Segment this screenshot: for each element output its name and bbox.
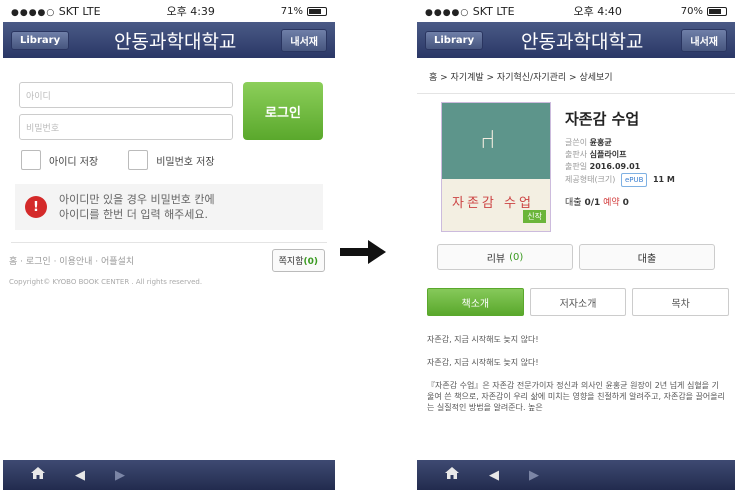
bottom-toolbar: ◀ ▶ (3, 460, 335, 490)
home-icon[interactable] (445, 467, 459, 483)
cover-top (442, 103, 550, 181)
size-value: 11 M (652, 175, 675, 184)
book-title: 자존감 수업 (565, 110, 640, 128)
login-screen: ●●●●○ SKT LTE 오후 4:39 71% Library 안동과학대학… (3, 0, 335, 490)
publisher-value: 심플라이프 (589, 150, 627, 159)
carrier-info: ●●●●○ SKT LTE (11, 5, 101, 18)
carrier-label: SKT LTE (472, 4, 515, 18)
book-detail-screen: ●●●●○ SKT LTE 오후 4:40 70% Library 안동과학대학… (417, 0, 735, 490)
login-notice: ! 아이디만 있을 경우 비밀번호 칸에 아이디를 한번 더 입력 해주세요. (15, 184, 323, 230)
description-paragraph: 자존감, 지금 시작해도 늦지 않다! (427, 358, 539, 367)
forward-icon[interactable]: ▶ (529, 468, 539, 483)
status-right: 70% (681, 6, 727, 17)
save-id-checkbox[interactable] (21, 150, 41, 170)
chair-icon: ⑁ (480, 125, 496, 155)
footer-links[interactable]: 홈 · 로그인 · 이용안내 · 어플설치 (9, 254, 134, 267)
app-navbar: Library 안동과학대학교 내서재 (417, 22, 735, 58)
description-paragraph: 『자존감 수업』은 자존감 전문가이자 정신과 의사인 윤홍균 원장이 2년 넘… (427, 381, 726, 412)
book-format-row: 제공형태(크기) ePUB 11 M (565, 173, 727, 187)
forward-icon[interactable]: ▶ (115, 468, 125, 483)
my-shelf-button[interactable]: 내서재 (681, 28, 727, 52)
signal-strength: ●●●●○ (425, 7, 470, 18)
password-input[interactable]: 비밀번호 (19, 114, 233, 140)
loan-label: 대출 (565, 198, 582, 208)
book-summary: ⑁ 자존감 수업 신작 자존감 수업 글쓴이 윤홍균 출판사 심플라이프 출판일… (417, 94, 735, 232)
battery-percent: 70% (680, 5, 703, 17)
date-value: 2016.09.01 (589, 162, 641, 171)
notice-line-1: 아이디만 있을 경우 비밀번호 칸에 (59, 193, 215, 206)
tab-contents[interactable]: 목차 (632, 288, 730, 316)
messages-label: 쪽지함 (278, 257, 304, 267)
description-paragraph: 자존감, 지금 시작해도 늦지 않다! (427, 335, 539, 344)
status-bar: ●●●●○ SKT LTE 오후 4:40 70% (417, 0, 735, 22)
my-shelf-button[interactable]: 내서재 (281, 28, 327, 52)
save-password-checkbox[interactable] (128, 150, 149, 170)
notice-text: 아이디만 있을 경우 비밀번호 칸에 아이디를 한번 더 입력 해주세요. (59, 192, 215, 222)
status-right: 71% (281, 6, 327, 17)
status-bar: ●●●●○ SKT LTE 오후 4:39 71% (3, 0, 335, 22)
save-id-option[interactable]: 아이디 저장 (21, 150, 98, 170)
messages-count: (0) (303, 257, 319, 267)
library-button[interactable]: Library (425, 30, 484, 50)
save-password-option[interactable]: 비밀번호 저장 (128, 150, 215, 170)
borrow-button[interactable]: 대출 (579, 244, 715, 270)
reserve-value: 0 (622, 198, 629, 208)
review-button[interactable]: 리뷰 (0) (437, 244, 573, 270)
book-cover[interactable]: ⑁ 자존감 수업 신작 (441, 102, 551, 232)
book-author-row: 글쓴이 윤홍균 (565, 137, 727, 149)
new-badge: 신작 (523, 210, 546, 223)
notice-line-2: 아이디를 한번 더 입력 해주세요. (59, 208, 209, 221)
id-input[interactable]: 아이디 (19, 82, 233, 108)
book-date-row: 출판일 2016.09.01 (565, 161, 727, 173)
footer-row: 홈 · 로그인 · 이용안내 · 어플설치 쪽지함(0) (3, 243, 335, 272)
cover-title: 자존감 수업 (452, 196, 534, 211)
loan-value: 0/1 (584, 198, 601, 208)
review-count: (0) (509, 251, 524, 263)
format-badge: ePUB (620, 173, 648, 187)
back-icon[interactable]: ◀ (75, 468, 85, 483)
home-icon[interactable] (31, 467, 45, 483)
book-publisher-row: 출판사 심플라이프 (565, 149, 727, 161)
breadcrumb[interactable]: 홈 > 자기계발 > 자기혁신/자기관리 > 상세보기 (417, 58, 735, 94)
login-button[interactable]: 로그인 (243, 82, 323, 140)
clock: 오후 4:40 (573, 5, 622, 18)
app-title: 안동과학대학교 (114, 30, 237, 53)
copyright: Copyright© KYOBO BOOK CENTER . All right… (9, 278, 203, 286)
loan-status: 대출 0/1 예약 0 (565, 195, 727, 208)
library-button[interactable]: Library (11, 30, 70, 50)
login-form: 아이디 비밀번호 로그인 (3, 58, 335, 140)
warning-icon: ! (25, 196, 47, 218)
tab-book-intro[interactable]: 책소개 (427, 288, 524, 316)
tab-author-intro[interactable]: 저자소개 (529, 288, 627, 316)
publisher-label: 출판사 (565, 150, 588, 159)
signal-strength: ●●●●○ (11, 7, 56, 18)
book-actions: 리뷰 (0) 대출 (417, 232, 735, 270)
reserve-label: 예약 (603, 198, 620, 208)
login-inputs: 아이디 비밀번호 (19, 82, 233, 140)
format-label: 제공형태(크기) (565, 175, 616, 184)
battery-icon (306, 6, 327, 16)
bottom-toolbar: ◀ ▶ (417, 460, 735, 490)
app-navbar: Library 안동과학대학교 내서재 (3, 22, 335, 58)
clock: 오후 4:39 (166, 5, 215, 18)
battery-percent: 71% (280, 5, 303, 17)
app-title: 안동과학대학교 (521, 30, 644, 53)
review-label: 리뷰 (486, 253, 506, 265)
author-label: 글쓴이 (565, 138, 588, 147)
date-label: 출판일 (565, 162, 588, 171)
book-info: 자존감 수업 글쓴이 윤홍균 출판사 심플라이프 출판일 2016.09.01 … (565, 102, 727, 232)
right-arrow-icon (340, 240, 386, 264)
back-icon[interactable]: ◀ (489, 468, 499, 483)
battery-icon (706, 6, 727, 16)
save-password-label: 비밀번호 저장 (156, 156, 215, 168)
messages-button[interactable]: 쪽지함(0) (271, 249, 325, 272)
author-value: 윤홍균 (589, 138, 612, 147)
save-id-label: 아이디 저장 (49, 156, 99, 168)
carrier-info: ●●●●○ SKT LTE (425, 5, 515, 18)
carrier-label: SKT LTE (58, 4, 101, 18)
detail-tabs: 책소개 저자소개 목차 (417, 270, 735, 316)
login-options: 아이디 저장 비밀번호 저장 (3, 140, 335, 170)
book-description: 자존감, 지금 시작해도 늦지 않다! 자존감, 지금 시작해도 늦지 않다! … (417, 316, 735, 436)
